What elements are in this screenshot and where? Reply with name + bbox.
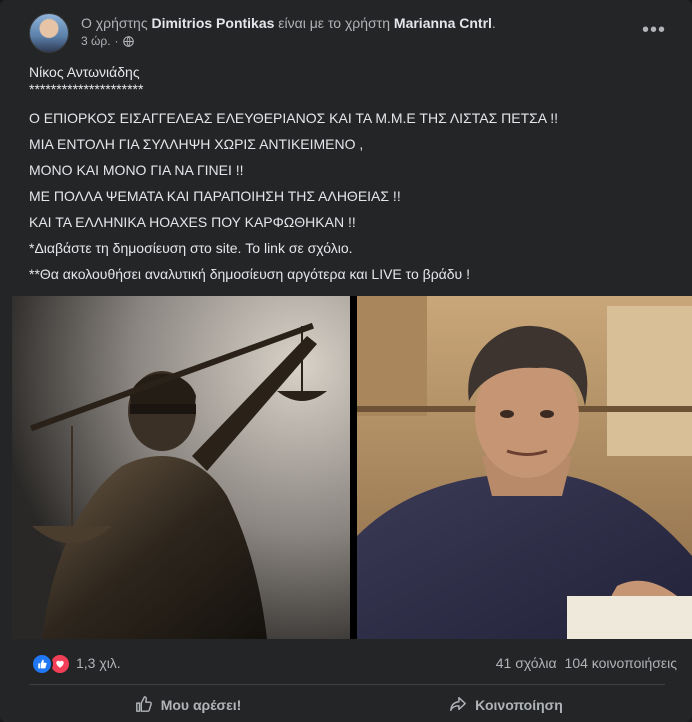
shares-count-link[interactable]: 104 κοινοποιήσεις <box>565 655 677 671</box>
share-button[interactable]: Κοινοποίηση <box>347 689 665 721</box>
header-prefix: Ο χρήστης <box>81 15 148 31</box>
like-button[interactable]: Μου αρέσει! <box>29 689 347 721</box>
share-arrow-icon <box>449 695 467 716</box>
more-options-icon[interactable]: ••• <box>639 15 669 45</box>
justice-statue-photo[interactable] <box>12 296 350 639</box>
thumbs-up-icon <box>135 695 153 716</box>
post-text-line-7: **Θα ακολουθήσει αναλυτική δημοσίευση αρ… <box>29 266 470 282</box>
post-text: Νίκος Αντωνιάδης ********************* Ο… <box>29 62 669 284</box>
actions-divider <box>29 684 665 685</box>
like-button-label: Μου αρέσει! <box>160 697 242 713</box>
post-text-name: Νίκος Αντωνιάδης <box>29 64 140 80</box>
post-timestamp[interactable]: 3 ώρ. <box>81 34 111 48</box>
author-name-link[interactable]: Dimitrios Pontikas <box>151 15 274 31</box>
share-button-label: Κοινοποίηση <box>475 697 563 713</box>
post-images <box>12 296 692 639</box>
globe-icon[interactable] <box>122 35 134 47</box>
post-card: Ο χρήστης Dimitrios Pontikas είναι με το… <box>0 0 692 722</box>
post-header-line: Ο χρήστης Dimitrios Pontikas είναι με το… <box>81 15 496 31</box>
reaction-count[interactable]: 1,3 χιλ. <box>76 655 121 671</box>
engagement-counts: 41 σχόλια 104 κοινοποιήσεις <box>496 655 677 671</box>
comments-count-link[interactable]: 41 σχόλια <box>496 655 557 671</box>
meta-separator: · <box>114 34 119 48</box>
post-text-line-6: *Διαβάστε τη δημοσίευση στο site. Το lin… <box>29 240 353 256</box>
post-actions: Μου αρέσει! Κοινοποίηση <box>29 689 665 721</box>
man-at-desk-photo[interactable] <box>357 296 692 639</box>
post-text-line-5: ΚΑΙ ΤΑ ΕΛΛΗΝΙΚΑ ΗΟΑΧΕS ΠΟΥ ΚΑΡΦΩΘΗΚΑΝ !! <box>29 214 356 230</box>
post-text-stars: ********************* <box>29 81 144 97</box>
like-reaction-icon <box>31 653 53 675</box>
reactions-summary[interactable] <box>31 653 71 675</box>
post-meta: 3 ώρ. · <box>81 34 134 48</box>
post-text-line-1: Ο ΕΠΙΟΡΚΟΣ ΕΙΣΑΓΓΕΛΕΑΣ ΕΛΕΥΘΕΡΙΑΝΟΣ ΚΑΙ … <box>29 110 559 126</box>
tagged-user-link[interactable]: Marianna Cntrl <box>394 15 492 31</box>
post-stats: 1,3 χιλ. 41 σχόλια 104 κοινοποιήσεις <box>31 652 677 675</box>
post-text-line-3: ΜΟΝΟ ΚΑΙ ΜΟΝΟ ΓΙΑ ΝΑ ΓΙΝΕΙ !! <box>29 162 244 178</box>
post-header: Ο χρήστης Dimitrios Pontikas είναι με το… <box>29 13 669 53</box>
header-suffix: . <box>491 15 496 31</box>
post-text-line-2: ΜΙΑ ΕΝΤΟΛΗ ΓΙΑ ΣΥΛΛΗΨΗ ΧΩΡΙΣ ΑΝΤΙΚΕΙΜΕΝΟ… <box>29 136 364 152</box>
header-middle: είναι με το χρήστη <box>278 15 391 31</box>
author-avatar[interactable] <box>29 13 69 53</box>
post-text-line-4: ΜΕ ΠΟΛΛΑ ΨΕΜΑΤΑ ΚΑΙ ΠΑΡΑΠΟΙΗΣΗ ΤΗΣ ΑΛΗΘΕ… <box>29 188 401 204</box>
